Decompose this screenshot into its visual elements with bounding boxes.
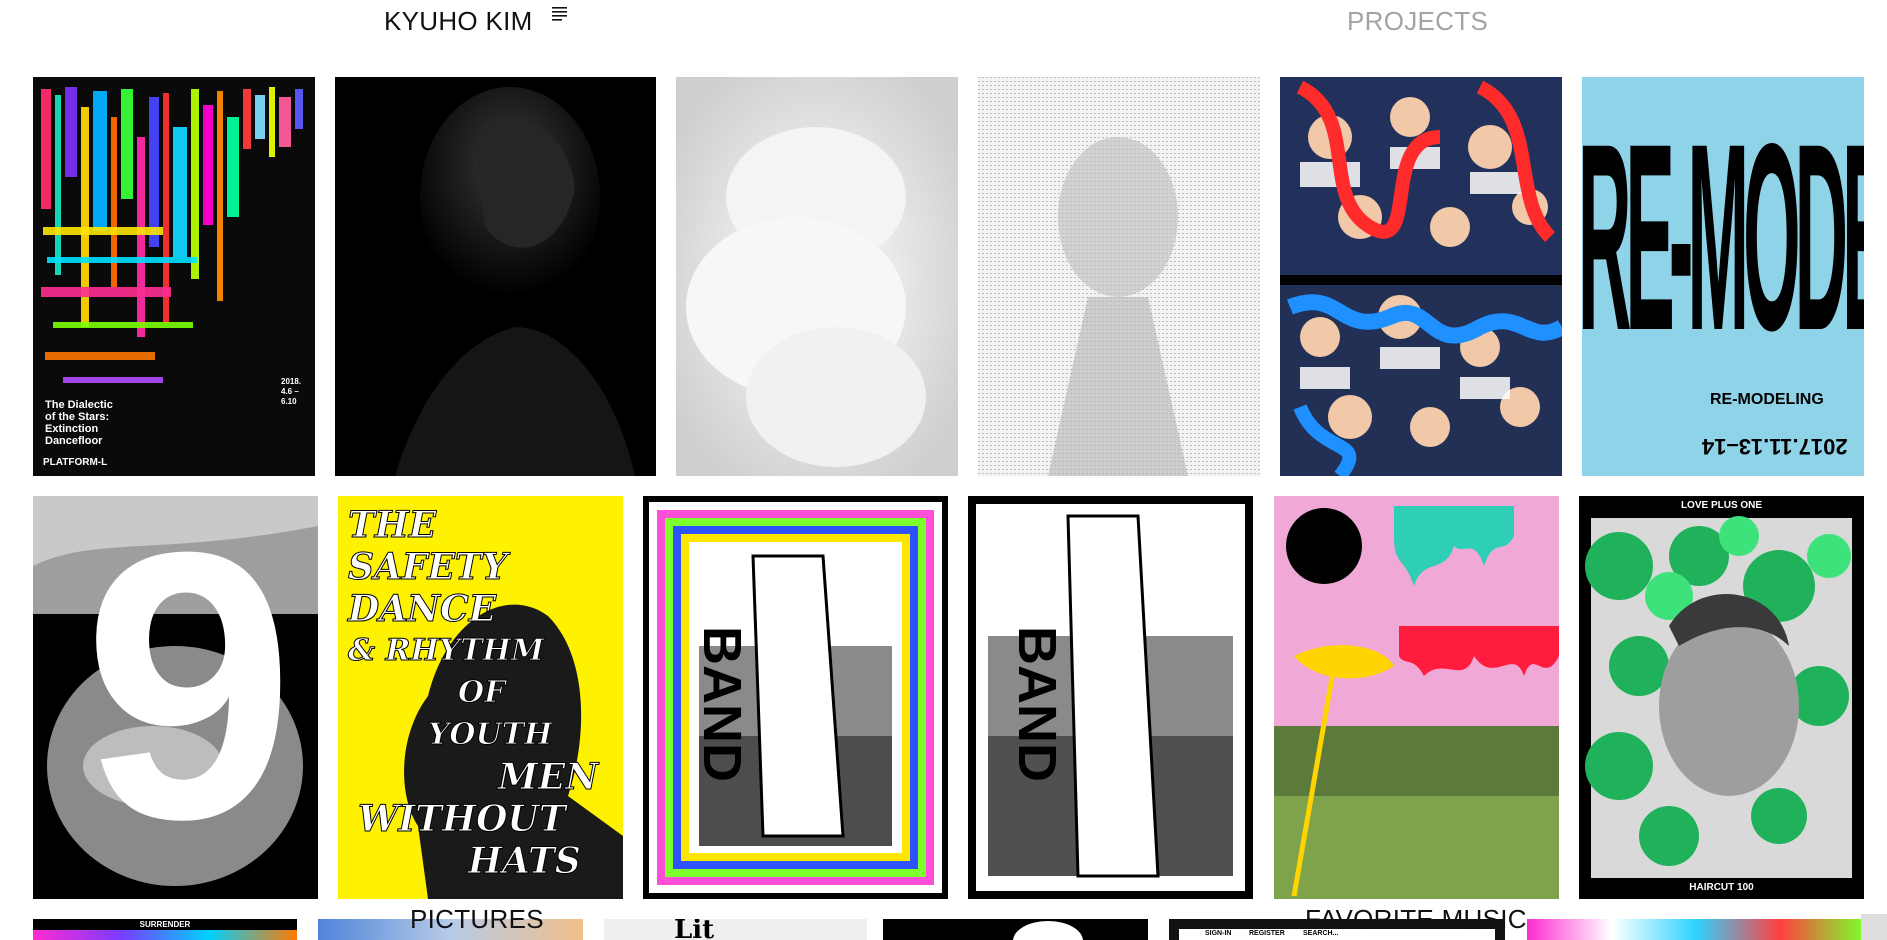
safety-line-4: & RHYTHM (347, 633, 545, 669)
poster-subtitle-1: The Dialectic (45, 399, 113, 411)
safety-line-9: HATS (467, 840, 581, 883)
menu-lines-icon[interactable] (552, 7, 568, 23)
band-word-1: BAND (692, 626, 752, 782)
project-tile-drips[interactable] (1274, 496, 1559, 899)
project-tile-haircut[interactable]: LOVE PLUS ONE HAIRCUT 100 (1579, 496, 1864, 899)
safety-line-8: WITHOUT (357, 798, 566, 841)
project-tile-safety-dance[interactable]: THE SAFETY DANCE & RHYTHM OF YOUTH MEN W… (338, 496, 623, 899)
poster-subtitle-3: Extinction (45, 423, 99, 435)
poster-venue: PLATFORM-L (43, 457, 108, 468)
nav-pictures[interactable]: PICTURES (410, 904, 544, 935)
site-title[interactable]: KYUHO KIM (384, 6, 533, 37)
poster-date-3: 6.10 (281, 397, 297, 406)
poster-subtitle-2: of the Stars: (45, 411, 110, 423)
surrender-label: SURRENDER (139, 920, 191, 929)
project-tile-dialectic[interactable]: 2018. 4.6 – 6.10 The Dialectic of the St… (33, 77, 315, 476)
project-tile-eclipse[interactable] (883, 919, 1148, 940)
register-label: REGISTER (1249, 930, 1285, 937)
project-tile-band-bw[interactable]: BAND (968, 496, 1253, 899)
poster-subtitle-4: Dancefloor (45, 435, 103, 447)
project-tile-surrender[interactable]: SURRENDER (33, 919, 297, 940)
safety-line-2: SAFETY (347, 546, 508, 589)
safety-line-5: OF (457, 675, 506, 711)
haircut-bottom-label: HAIRCUT 100 (1689, 882, 1754, 893)
poster-date-2: 4.6 – (281, 387, 299, 396)
project-tile-ascii-face[interactable] (978, 77, 1260, 476)
band-word-2: BAND (1007, 626, 1067, 782)
project-tile-glitch[interactable] (1527, 919, 1864, 940)
nine-numeral: 9 (83, 496, 295, 898)
project-tile-remodeling[interactable]: RE-MODELING RE-MODELING 2017.11.13–14 (1582, 77, 1864, 476)
safety-line-6: YOUTH (427, 717, 553, 753)
project-tile-dark-figure[interactable] (335, 77, 656, 476)
safety-line-7: MEN (497, 756, 599, 799)
poster-date-1: 2018. (281, 377, 302, 386)
project-tile-cloud[interactable] (676, 77, 958, 476)
safety-line-3: DANCE (347, 588, 497, 631)
nav-projects[interactable]: PROJECTS (1347, 6, 1488, 37)
remodeling-subtitle: RE-MODELING (1710, 391, 1824, 408)
remodeling-big-title: RE-MODELING (1582, 87, 1864, 387)
haircut-top-label: LOVE PLUS ONE (1680, 500, 1763, 511)
resize-handle[interactable] (1861, 914, 1887, 940)
project-tile-lit[interactable]: Lit (604, 919, 867, 940)
remodeling-date: 2017.11.13–14 (1702, 434, 1848, 459)
project-tile-nine[interactable]: 9 (33, 496, 318, 899)
safety-line-1: THE (347, 504, 437, 547)
lit-label: Lit (674, 919, 715, 940)
nav-favorite-music[interactable]: FAVORITE MUSIC (1305, 904, 1527, 935)
project-tile-band-color[interactable]: BAND (643, 496, 948, 899)
signin-label: SIGN-IN (1205, 930, 1232, 937)
project-tile-students-collage[interactable] (1280, 77, 1562, 476)
